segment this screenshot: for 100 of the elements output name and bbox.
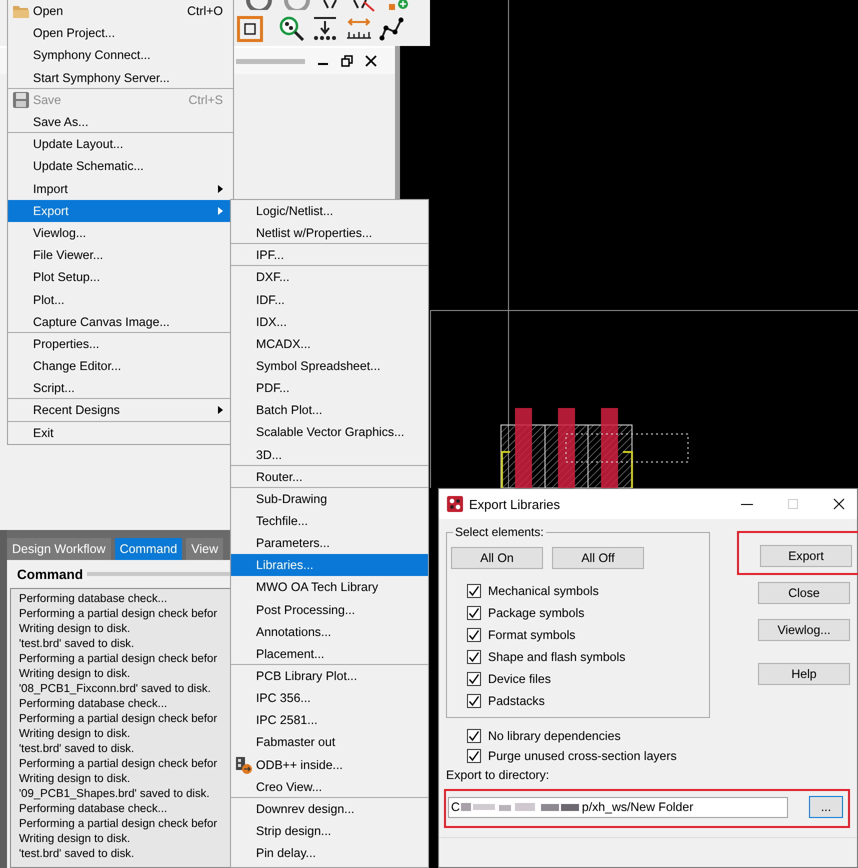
measure-icon[interactable] <box>345 16 373 42</box>
checkbox[interactable] <box>467 606 481 620</box>
menu-item[interactable]: Placement... <box>231 642 428 665</box>
menu-item[interactable]: IPC 356... <box>231 687 428 710</box>
menu-item[interactable]: Scalable Vector Graphics... <box>231 421 428 444</box>
menu-item[interactable]: Libraries... <box>231 554 428 576</box>
log-line: Performing a partial design check befor <box>19 607 218 622</box>
menu-item[interactable]: Import <box>8 178 233 200</box>
log-line: '09_PCB1_Shapes.brd' saved to disk. <box>19 787 210 802</box>
menu-item[interactable]: Change Editor... <box>8 355 233 378</box>
menu-item[interactable]: IPC 2581... <box>231 709 428 732</box>
menu-item[interactable]: Parameters... <box>231 532 428 554</box>
checkbox[interactable] <box>467 628 481 642</box>
checkbox[interactable] <box>467 728 481 742</box>
panel-tab[interactable]: Command <box>114 538 182 560</box>
dialog-button[interactable]: Close <box>758 582 850 604</box>
close-icon[interactable] <box>365 55 377 67</box>
log-line: Writing design to disk. <box>19 727 130 742</box>
directory-field[interactable]: C p/xh_ws/New Folder <box>448 796 788 818</box>
menu-item[interactable]: Capture Canvas Image... <box>8 310 233 333</box>
menu-item[interactable]: Sub-Drawing <box>231 486 428 510</box>
panel-tab[interactable]: Design Workflow <box>7 538 111 560</box>
toggle-all-button[interactable]: All Off <box>552 547 644 569</box>
menu-item[interactable]: PCB Library Plot... <box>231 664 428 688</box>
connect-line-icon[interactable] <box>379 16 405 42</box>
zoom-icon[interactable] <box>279 16 305 42</box>
checkbox-label: Shape and flash symbols <box>488 650 626 664</box>
menu-item[interactable]: File Viewer... <box>8 244 233 266</box>
menu-item[interactable]: Annotations... <box>231 620 428 643</box>
log-line: 'test.brd' saved to disk. <box>19 637 134 652</box>
menu-item[interactable]: Plot... <box>8 288 233 311</box>
menu-item[interactable]: Router... <box>231 464 428 488</box>
menu-item[interactable]: Export <box>8 200 233 222</box>
menu-item[interactable]: Pin delay... <box>231 842 428 864</box>
checkbox-label: Package symbols <box>488 606 584 620</box>
panel-tab[interactable]: View <box>186 538 224 560</box>
menu-item[interactable]: Open Project... <box>8 22 233 44</box>
add-part-icon[interactable] <box>388 0 410 12</box>
close-icon[interactable] <box>833 498 845 510</box>
dialog-button[interactable]: Help <box>758 663 850 685</box>
menu-item[interactable]: Symphony Connect... <box>8 44 233 67</box>
menu-item[interactable]: Script... <box>8 377 233 400</box>
dialog-button[interactable]: Export <box>760 545 852 567</box>
menu-item[interactable]: IDF... <box>231 288 428 311</box>
menu-item[interactable]: Symbol Spreadsheet... <box>231 354 428 378</box>
menu-item[interactable]: Downrev design... <box>231 796 428 820</box>
menu-item[interactable]: Fabmaster out <box>231 731 428 754</box>
checkbox-label: Mechanical symbols <box>488 584 599 598</box>
menu-item[interactable]: MCADX... <box>231 332 428 355</box>
dialog-button[interactable]: Viewlog... <box>758 619 850 641</box>
menu-item[interactable]: Creo View... <box>231 776 428 798</box>
menu-item[interactable]: Batch Plot... <box>231 399 428 422</box>
title-bar-track <box>236 58 305 64</box>
log-line: Performing a partial design check befor <box>19 817 218 832</box>
checkbox-label: Device files <box>488 672 551 686</box>
menu-item[interactable]: Viewlog... <box>8 222 233 244</box>
field-label: Export to directory: <box>446 768 550 782</box>
restore-icon[interactable] <box>341 55 353 67</box>
menu-item[interactable]: Save As... <box>8 110 233 134</box>
export-job-icon <box>234 756 252 774</box>
menu-item[interactable]: Techfile... <box>231 510 428 532</box>
panel-title: Command <box>17 566 84 582</box>
menu-item[interactable]: IPF... <box>231 243 428 266</box>
menu-item[interactable]: IDX... <box>231 310 428 333</box>
log-line: Performing database check... <box>19 592 168 607</box>
log-line: Writing design to disk. <box>19 667 130 682</box>
menu-item[interactable]: Start Symphony Server... <box>8 66 233 89</box>
log-line: Performing a partial design check befor <box>19 712 218 727</box>
checkbox-label: Format symbols <box>488 628 576 642</box>
menu-item[interactable]: Update Layout... <box>8 132 233 156</box>
log-line: 'test.brd' saved to disk. <box>19 847 134 862</box>
menu-item[interactable]: MWO OA Tech Library <box>231 576 428 599</box>
checkbox[interactable] <box>467 694 481 708</box>
circle-tool-icon[interactable] <box>246 0 272 10</box>
menu-item[interactable]: Netlist w/Properties... <box>231 222 428 244</box>
log-line: 'test.brd' saved to disk. <box>19 742 134 757</box>
toggle-all-button[interactable]: All On <box>451 547 543 569</box>
menu-item[interactable]: ODB++ inside... <box>231 754 428 776</box>
menu-item[interactable]: Post Processing... <box>231 598 428 621</box>
menu-item[interactable]: Plot Setup... <box>8 266 233 288</box>
app-icon <box>447 496 463 512</box>
menu-item[interactable]: PDF... <box>231 377 428 400</box>
browse-button[interactable]: ... <box>809 796 843 818</box>
menu-item[interactable]: Logic/Netlist... <box>231 200 428 222</box>
folder-icon <box>12 4 28 18</box>
select-box-icon[interactable] <box>237 16 263 42</box>
checkbox[interactable] <box>467 672 481 686</box>
group-label: Select elements: <box>454 525 545 539</box>
log-line: Performing database check... <box>19 697 168 712</box>
checkbox[interactable] <box>467 584 481 598</box>
checkbox[interactable] <box>467 748 481 762</box>
delete-tool-icon[interactable] <box>352 0 376 12</box>
snap-down-icon[interactable] <box>311 16 339 42</box>
menu-item[interactable]: Open Ctrl+O <box>8 0 233 22</box>
menu-item[interactable]: 3D... <box>231 444 428 466</box>
menu-item[interactable]: Strip design... <box>231 820 428 842</box>
menu-item[interactable]: DXF... <box>231 265 428 289</box>
checkbox[interactable] <box>467 650 481 664</box>
dialog-title: Export Libraries <box>469 496 562 512</box>
menu-item[interactable]: Update Schematic... <box>8 155 233 178</box>
